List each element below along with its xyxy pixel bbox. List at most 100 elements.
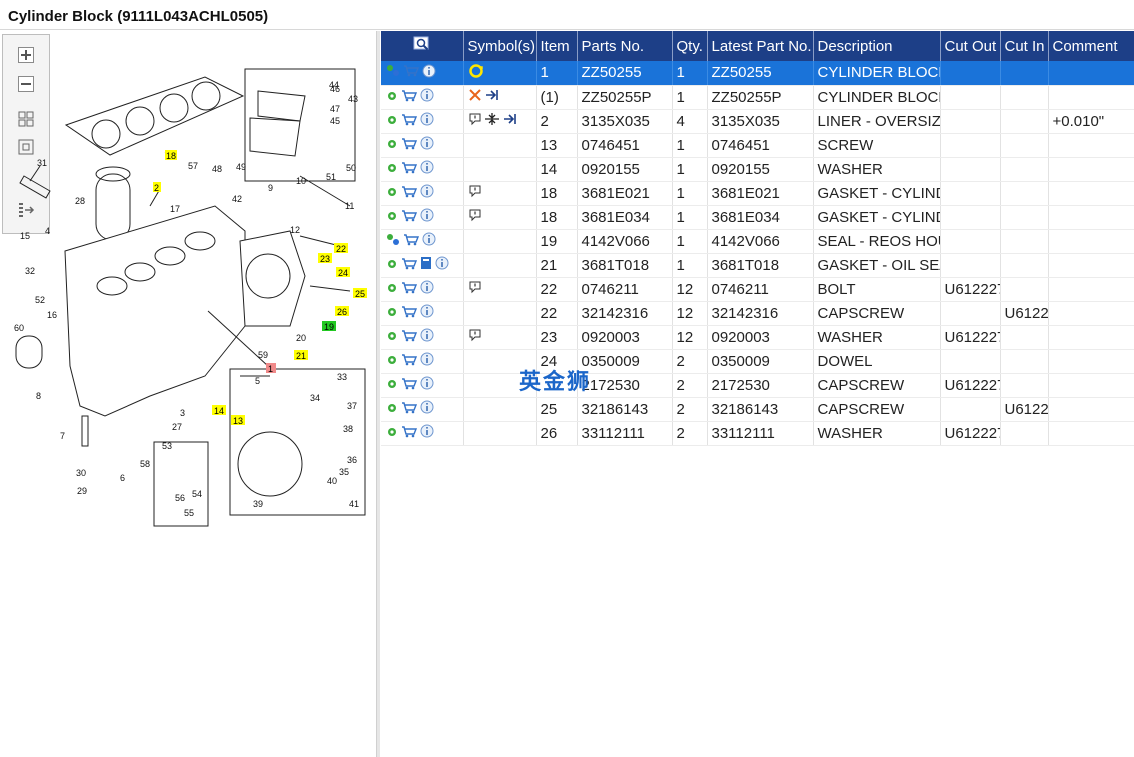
- part-number-cell: 3135X035: [577, 109, 673, 134]
- book-icon[interactable]: [420, 256, 432, 274]
- cart-icon[interactable]: [401, 209, 418, 226]
- table-row[interactable]: (1)ZZ50255P1ZZ50255PCYLINDER BLOCK A: [381, 85, 1134, 110]
- latest-part-cell: 33112111: [707, 421, 814, 446]
- cut-in-cell: [1000, 85, 1049, 110]
- symbols-cell: [463, 157, 537, 182]
- diagram-pane[interactable]: 3125717 1815428 32521660 873029 6585354 …: [0, 31, 376, 757]
- info-icon[interactable]: [435, 256, 449, 274]
- cart-icon[interactable]: [401, 137, 418, 154]
- find-icon[interactable]: [413, 36, 431, 52]
- exploded-parts-diagram[interactable]: 3125717 1815428 32521660 873029 6585354 …: [0, 31, 376, 531]
- symbols-cell: [463, 85, 537, 110]
- info-icon[interactable]: [420, 304, 434, 322]
- info-icon[interactable]: [420, 208, 434, 226]
- table-row[interactable]: 24 0350009 2 0350009 DOWEL: [381, 349, 1134, 374]
- gear-icon[interactable]: [386, 137, 398, 154]
- cart-icon[interactable]: [401, 401, 418, 418]
- info-icon[interactable]: [420, 280, 434, 298]
- column-header-symbols[interactable]: Symbol(s): [463, 31, 537, 61]
- cut-in-cell: [1000, 157, 1049, 182]
- arrow-symbol-icon: [502, 112, 520, 130]
- gear-icon[interactable]: [386, 305, 398, 322]
- info-icon[interactable]: [420, 424, 434, 442]
- column-header-cut-in[interactable]: Cut In: [1000, 31, 1049, 61]
- info-icon[interactable]: [422, 232, 436, 250]
- gear-icon[interactable]: [386, 209, 398, 226]
- info-icon[interactable]: [420, 112, 434, 130]
- qty-cell: 2: [672, 421, 708, 446]
- info-icon[interactable]: [420, 88, 434, 106]
- svg-text:27: 27: [172, 422, 182, 432]
- svg-text:14: 14: [214, 406, 224, 416]
- info-icon[interactable]: [420, 352, 434, 370]
- comment-cell: [1048, 301, 1134, 326]
- qty-cell: 4: [672, 109, 708, 134]
- cart-icon[interactable]: [403, 233, 420, 250]
- table-row[interactable]: 14 0920155 1 0920155 WASHER: [381, 157, 1134, 182]
- cart-icon[interactable]: [401, 185, 418, 202]
- cart-icon[interactable]: [401, 257, 418, 274]
- table-row[interactable]: 183681E02113681E021GASKET - CYLINDE: [381, 181, 1134, 206]
- column-header-item[interactable]: Item: [536, 31, 578, 61]
- gear-icon[interactable]: [386, 329, 398, 346]
- cart-icon[interactable]: [401, 305, 418, 322]
- svg-text:51: 51: [326, 172, 336, 182]
- cut-out-cell: [940, 253, 1001, 278]
- info-icon[interactable]: [420, 184, 434, 202]
- comment-cell: [1048, 133, 1134, 158]
- gear-icon[interactable]: [386, 161, 398, 178]
- table-row[interactable]: 22 32142316 12 32142316 CAPSCREW U6122: [381, 301, 1134, 326]
- column-header-comment[interactable]: Comment: [1048, 31, 1134, 61]
- table-row[interactable]: 22 0746211 12 0746211 BOLT U612227: [381, 277, 1134, 302]
- column-header-cut-out[interactable]: Cut Out: [940, 31, 1001, 61]
- table-row[interactable]: 194142V06614142V066SEAL - REOS HOUS: [381, 229, 1134, 254]
- gear-icon[interactable]: [386, 185, 398, 202]
- cart-icon[interactable]: [401, 425, 418, 442]
- column-header-description[interactable]: Description: [813, 31, 941, 61]
- row-actions-cell: [381, 109, 464, 134]
- gear-icon[interactable]: [386, 257, 398, 274]
- column-header-icons[interactable]: [381, 31, 464, 61]
- table-row[interactable]: 13 0746451 1 0746451 SCREW: [381, 133, 1134, 158]
- structure-icon[interactable]: [386, 64, 400, 81]
- pane-splitter[interactable]: [376, 31, 380, 757]
- info-icon[interactable]: [420, 160, 434, 178]
- cart-icon[interactable]: [401, 281, 418, 298]
- gear-icon[interactable]: [386, 113, 398, 130]
- cart-icon[interactable]: [401, 377, 418, 394]
- table-row[interactable]: 2 3135X035 4 3135X035 LINER - OVERSIZE +0.010…: [381, 109, 1134, 134]
- table-row[interactable]: 21 3681T018 1 3681T018 GASKET - OIL SEAI: [381, 253, 1134, 278]
- cut-in-cell: [1000, 349, 1049, 374]
- cart-icon[interactable]: [401, 161, 418, 178]
- table-row[interactable]: 183681E03413681E034GASKET - CYLINDE: [381, 205, 1134, 230]
- item-cell: 23: [536, 325, 578, 350]
- gear-icon[interactable]: [386, 377, 398, 394]
- table-row[interactable]: 26 33112111 2 33112111 WASHER U612227: [381, 421, 1134, 446]
- info-icon[interactable]: [420, 328, 434, 346]
- info-icon[interactable]: [420, 376, 434, 394]
- info-icon[interactable]: [422, 64, 436, 82]
- cart-icon[interactable]: [401, 353, 418, 370]
- column-header-parts-no[interactable]: Parts No.: [577, 31, 673, 61]
- qty-cell: 1: [672, 133, 708, 158]
- structure-icon[interactable]: [386, 233, 400, 250]
- svg-text:6: 6: [120, 473, 125, 483]
- gear-icon[interactable]: [386, 401, 398, 418]
- info-icon[interactable]: [420, 400, 434, 418]
- cart-icon[interactable]: [403, 64, 420, 81]
- gear-icon[interactable]: [386, 281, 398, 298]
- table-row[interactable]: 23 0920003 12 0920003 WASHER U612227: [381, 325, 1134, 350]
- cut-out-cell: [940, 397, 1001, 422]
- cart-icon[interactable]: [401, 329, 418, 346]
- gear-icon[interactable]: [386, 89, 398, 106]
- info-icon[interactable]: [420, 136, 434, 154]
- gear-icon[interactable]: [386, 353, 398, 370]
- column-header-qty[interactable]: Qty.: [672, 31, 708, 61]
- gear-icon[interactable]: [386, 425, 398, 442]
- table-row[interactable]: 2172530 2 2172530 CAPSCREW U612227: [381, 373, 1134, 398]
- cart-icon[interactable]: [401, 113, 418, 130]
- table-row[interactable]: 25 32186143 2 32186143 CAPSCREW U6122: [381, 397, 1134, 422]
- cart-icon[interactable]: [401, 89, 418, 106]
- column-header-latest-part-no[interactable]: Latest Part No.: [707, 31, 814, 61]
- table-row[interactable]: 1ZZ502551ZZ50255CYLINDER BLOCK A: [381, 61, 1134, 86]
